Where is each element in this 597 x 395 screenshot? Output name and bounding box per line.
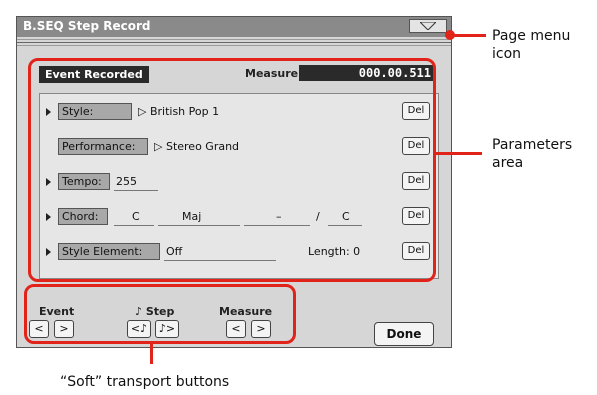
page-menu-button[interactable] <box>409 19 447 33</box>
transport-leader <box>150 344 153 364</box>
page-menu-callout: Page menu icon <box>492 28 571 62</box>
done-button[interactable]: Done <box>374 322 434 346</box>
transport-callout: “Soft” transport buttons <box>60 374 230 390</box>
triangle-down-icon <box>420 22 436 30</box>
transport-highlight <box>24 284 296 344</box>
parameters-callout: Parameters area <box>492 137 573 171</box>
title-divider <box>17 39 451 49</box>
parameters-leader <box>436 152 482 155</box>
title-bar: B.SEQ Step Record <box>17 17 451 37</box>
parameters-highlight <box>28 58 436 282</box>
page-title: B.SEQ Step Record <box>23 19 151 33</box>
page-menu-leader <box>452 34 486 37</box>
